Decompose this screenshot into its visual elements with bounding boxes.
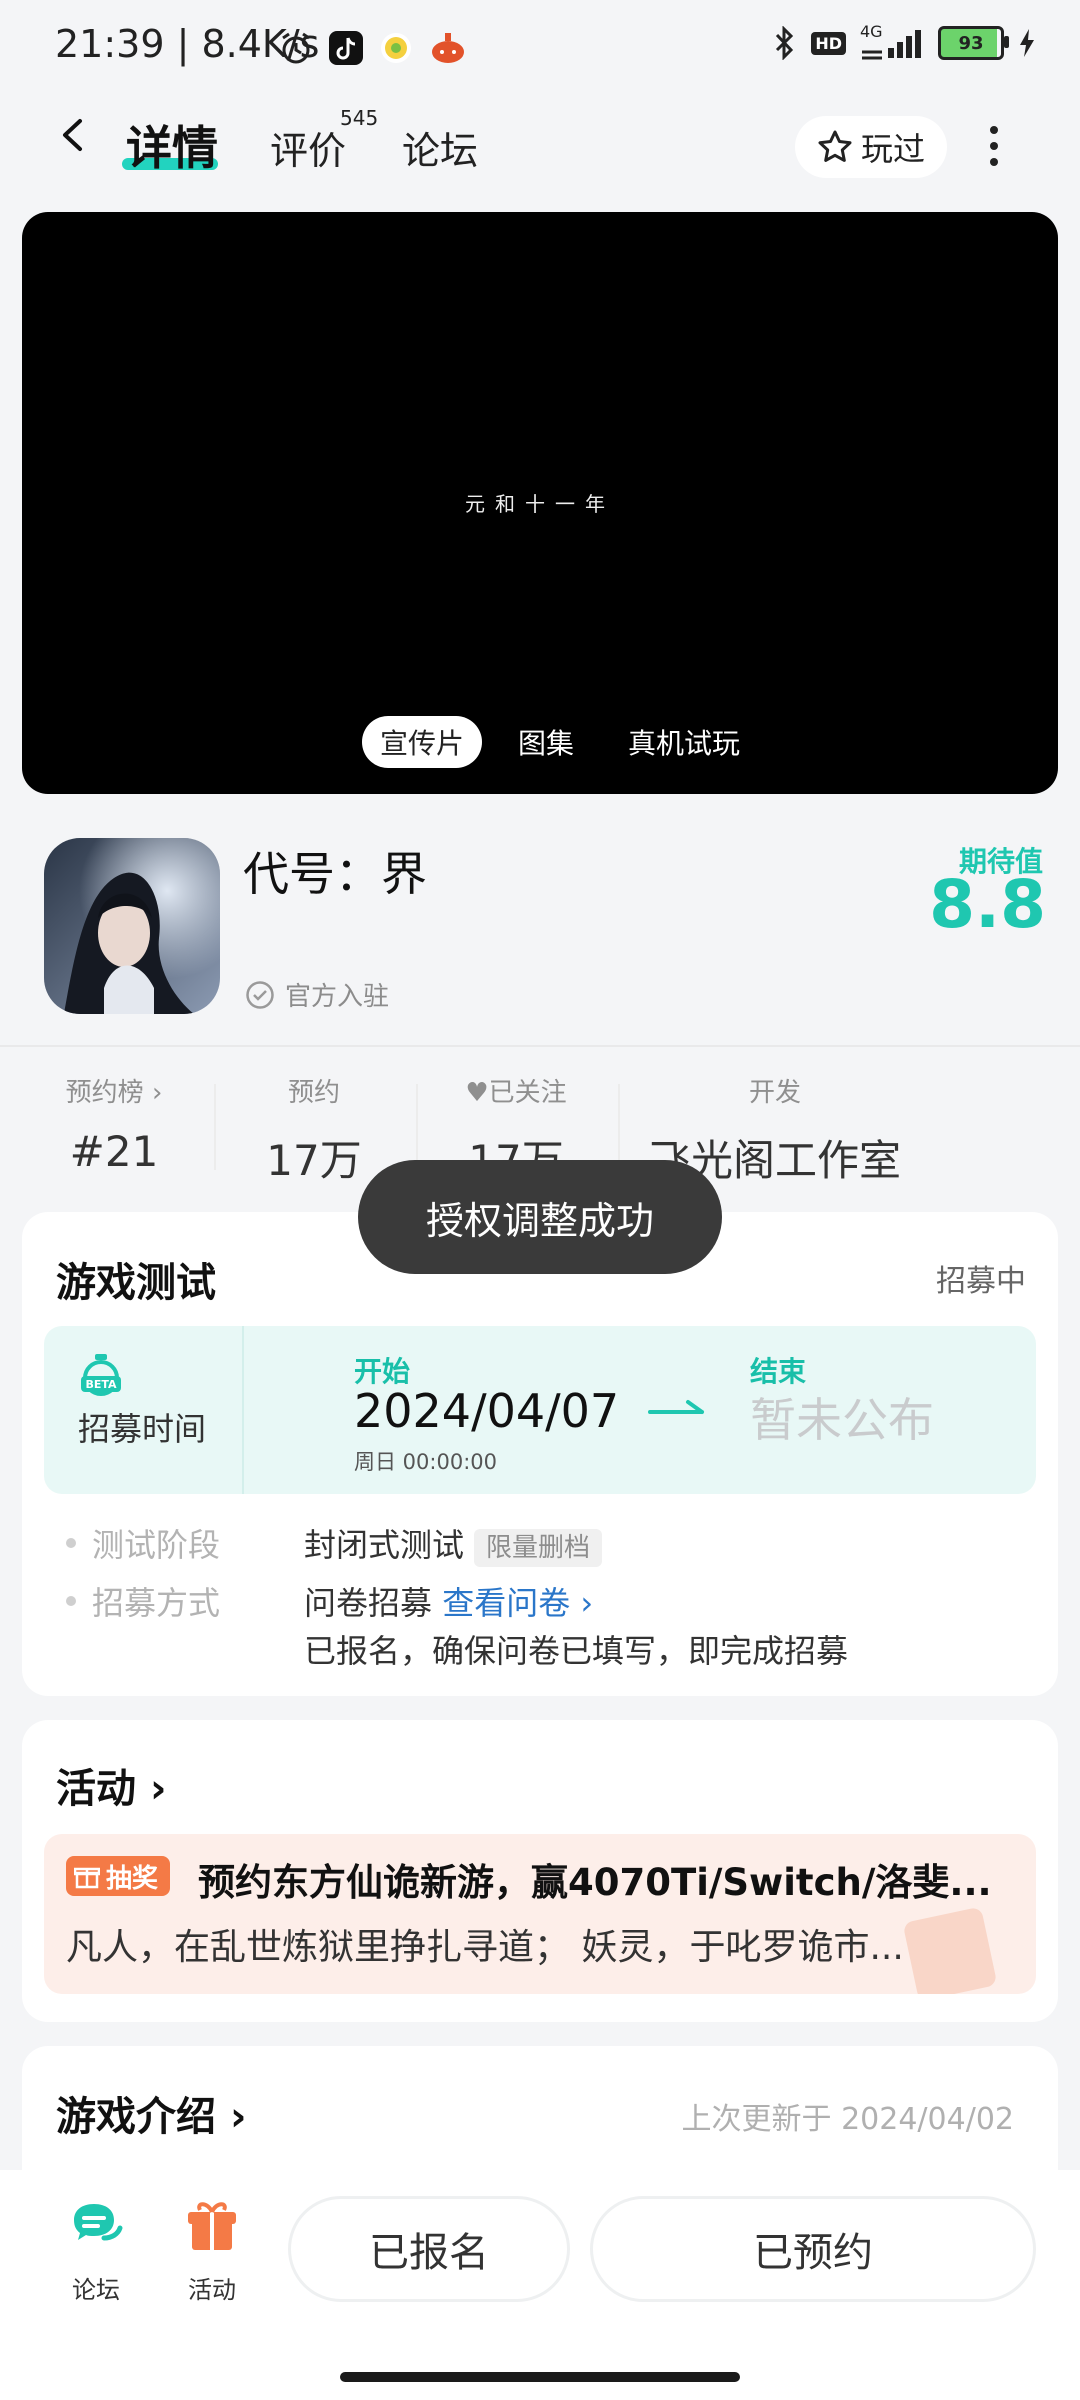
official-label: 官方入驻: [285, 982, 390, 1012]
video-caption: 元和十一年: [465, 492, 615, 516]
gift-box-icon: [188, 2202, 236, 2250]
battery-icon: 93: [938, 26, 1009, 60]
toast-message: 授权调整成功: [358, 1160, 722, 1274]
stat-rank[interactable]: 预约榜 › #21: [54, 1072, 174, 1176]
intro-updated: 上次更新于 2024/04/02: [681, 2102, 1014, 2137]
svg-text:BETA: BETA: [85, 1378, 117, 1391]
bottom-forum-label: 论坛: [72, 2276, 120, 2304]
intro-card-title[interactable]: 游戏介绍 ›: [56, 2084, 246, 2142]
bottom-activity-button[interactable]: 活动: [172, 2198, 252, 2305]
method-label: 招募方式: [92, 1584, 221, 1622]
bottom-activity-label: 活动: [188, 2276, 236, 2304]
stat-separator: [416, 1084, 418, 1170]
game-icon: [44, 838, 220, 1014]
start-time: 周日 00:00:00: [354, 1450, 497, 1474]
hd-badge: HD: [811, 31, 846, 55]
played-label: 玩过: [860, 130, 925, 168]
game-title: 代号：界: [243, 847, 427, 901]
stat-developer-label: 开发: [748, 1078, 801, 1108]
stat-rank-value: #21: [69, 1127, 159, 1176]
view-survey-link[interactable]: 查看问卷 ›: [442, 1584, 593, 1622]
recruit-time-label: 招募时间: [78, 1410, 207, 1448]
chevron-right-icon: ›: [149, 1766, 167, 1812]
status-app-icons: [278, 30, 468, 66]
stat-reservations-value: 17万: [266, 1136, 362, 1185]
bullet-dot: [66, 1538, 76, 1548]
tiktok-icon: [329, 31, 363, 65]
stat-separator: [214, 1084, 216, 1170]
chevron-right-icon: ›: [151, 1078, 163, 1108]
media-tabs: 宣传片 图集 真机试玩: [362, 716, 758, 768]
played-button[interactable]: 玩过: [795, 116, 947, 178]
phase-tag: 限量删档: [474, 1529, 603, 1567]
test-card-title: 游戏测试: [56, 1260, 216, 1306]
method-note: 已报名，确保问卷已填写，即完成招募: [304, 1632, 849, 1670]
method-value: 问卷招募: [304, 1584, 433, 1622]
status-indicators: HD 4G 93: [773, 22, 1036, 60]
start-date: 2024/04/07: [354, 1384, 620, 1438]
stat-rank-label: 预约榜: [65, 1078, 144, 1108]
beta-icon: BETA: [81, 1354, 121, 1396]
stat-following-label: 已关注: [488, 1078, 567, 1108]
bullet-dot: [66, 1596, 76, 1606]
tab-review[interactable]: 评价: [270, 120, 346, 175]
forum-chat-icon: [74, 2204, 123, 2241]
phase-value: 封闭式测试: [304, 1526, 465, 1564]
media-tab-demo[interactable]: 真机试玩: [610, 716, 758, 768]
heart-check-icon: ♥: [465, 1078, 489, 1108]
phase-label: 测试阶段: [92, 1526, 221, 1564]
video-player[interactable]: 元和十一年 宣传片 图集 真机试玩: [22, 212, 1058, 794]
arrow-right-icon: [648, 1400, 704, 1414]
bottom-forum-button[interactable]: 论坛: [56, 2198, 136, 2305]
tab-detail[interactable]: 详情: [126, 112, 218, 178]
recruit-status: 招募中: [936, 1264, 1026, 1299]
method-row: 招募方式: [66, 1578, 220, 1624]
official-badge: 官方入驻: [245, 976, 389, 1013]
tab-forum[interactable]: 论坛: [402, 120, 478, 175]
media-tab-trailer[interactable]: 宣传片: [362, 716, 483, 768]
media-tab-gallery[interactable]: 图集: [500, 716, 592, 768]
activity-headline: 预约东方仙诡新游，赢4070Ti/Switch/洛斐...: [198, 1861, 992, 1904]
chevron-right-icon: ›: [229, 2094, 247, 2140]
stat-reservations-label: 预约: [287, 1078, 340, 1108]
phase-row: 测试阶段: [66, 1520, 220, 1566]
gift-icon: [74, 1867, 100, 1889]
method-value-group: 问卷招募 查看问卷 ›: [304, 1578, 593, 1624]
verified-check-icon: [246, 980, 274, 1009]
review-count-badge: 545: [340, 106, 379, 130]
back-arrow-icon[interactable]: [56, 118, 90, 152]
phase-value-group: 封闭式测试 限量删档: [304, 1520, 603, 1567]
bluetooth-icon: [776, 26, 794, 60]
reserved-button[interactable]: 已预约: [590, 2196, 1036, 2302]
stat-reservations: 预约 17万: [254, 1072, 374, 1188]
lottery-badge: 抽奖: [66, 1856, 171, 1896]
end-value: 暂未公布: [750, 1393, 934, 1447]
alarm-icon: [282, 32, 310, 64]
divider: [0, 1045, 1080, 1047]
home-indicator[interactable]: [340, 2372, 740, 2382]
music-icon: [381, 33, 411, 63]
charging-icon: [1020, 29, 1034, 57]
activity-card-title[interactable]: 活动 ›: [56, 1756, 166, 1814]
star-outline-icon: [818, 130, 852, 162]
signed-up-button[interactable]: 已报名: [288, 2196, 570, 2302]
stat-separator: [618, 1084, 620, 1170]
activity-desc: 凡人，在乱世炼狱里挣扎寻道； 妖灵，于叱罗诡市...: [66, 1927, 904, 1968]
expect-value: 8.8: [929, 866, 1046, 943]
more-options-icon[interactable]: [988, 126, 1000, 166]
signal-icon: 4G: [860, 22, 924, 60]
game-app-icon: [432, 33, 464, 63]
